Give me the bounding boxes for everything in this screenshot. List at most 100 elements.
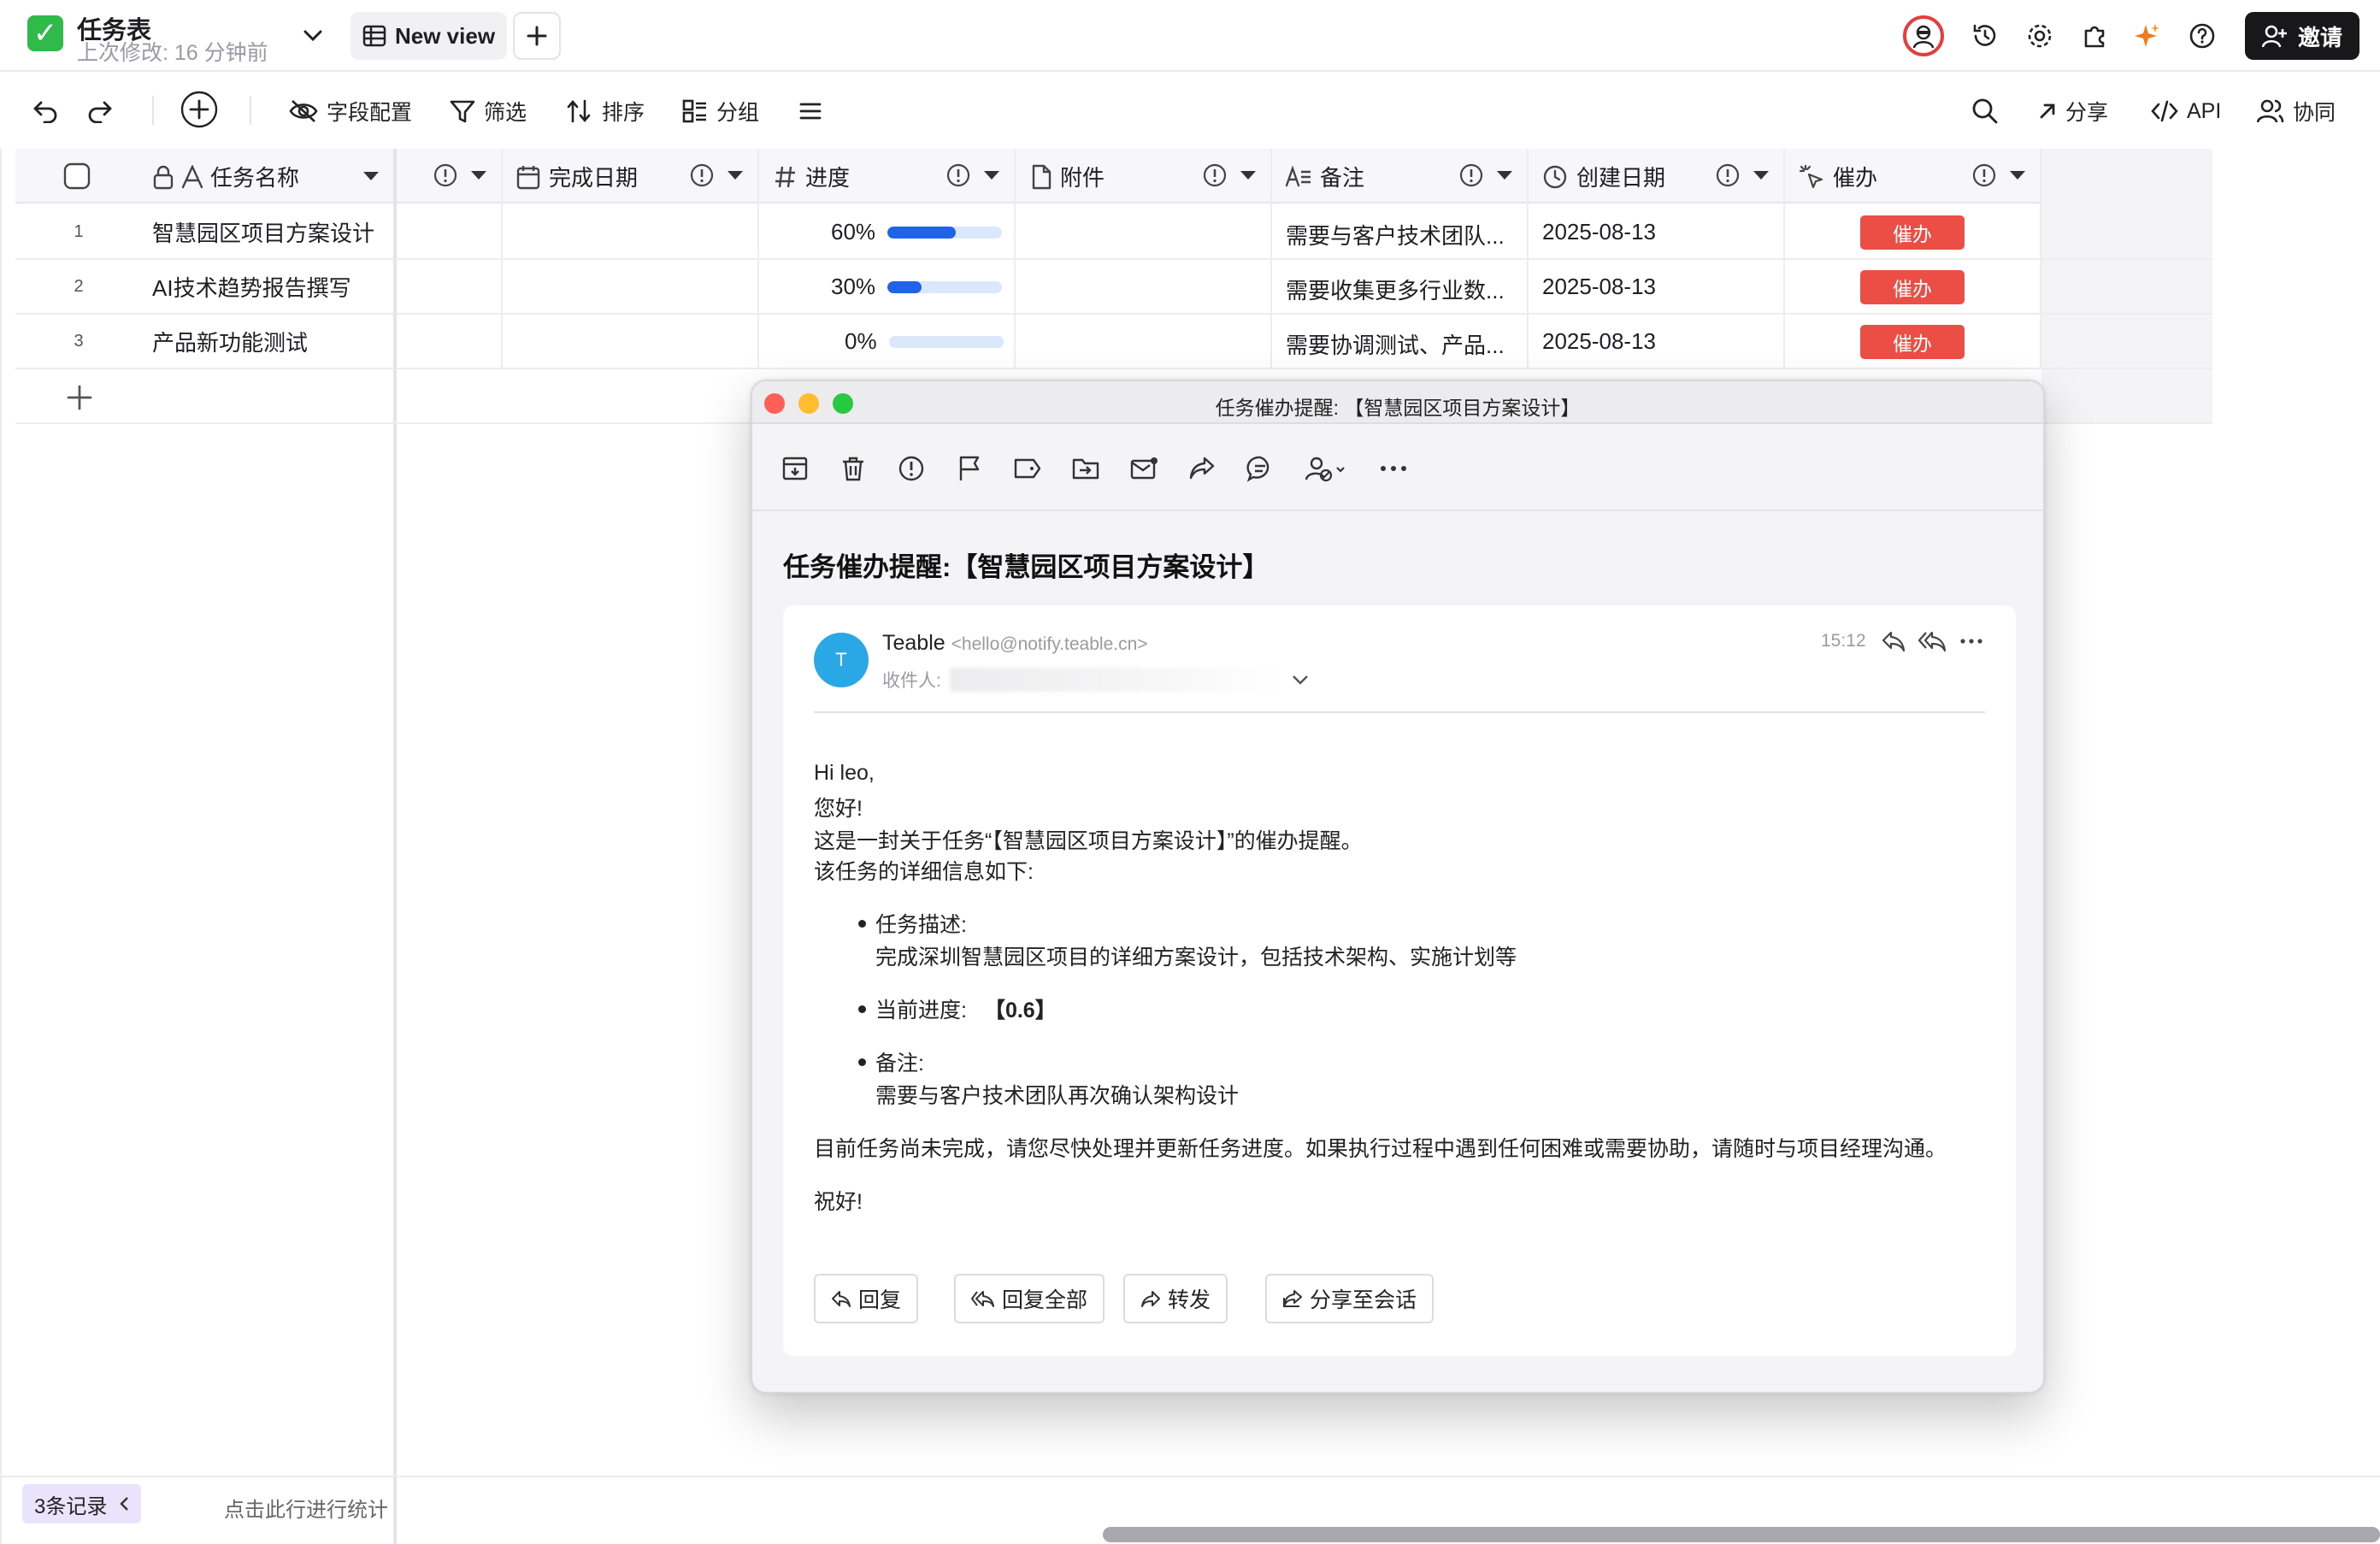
reply-all-icon[interactable] <box>1918 629 1947 653</box>
greeting-text: Hi leo, <box>814 761 875 785</box>
column-header-due-date[interactable]: 完成日期 <box>516 161 638 192</box>
invite-button[interactable]: 邀请 <box>2245 12 2360 60</box>
plus-icon <box>527 26 547 46</box>
redo-icon[interactable] <box>87 91 113 132</box>
row-number: 2 <box>74 276 84 296</box>
mail-window-title: 任务催办提醒: 【智慧园区项目方案设计】 <box>1215 397 1581 419</box>
column-header-actions[interactable] <box>1202 162 1257 188</box>
task-name-cell[interactable]: 智慧园区项目方案设计 <box>152 216 374 248</box>
forward-share-icon[interactable] <box>1185 451 1219 486</box>
last-modified: 上次修改: 16 分钟前 <box>77 41 268 65</box>
column-header-attachment[interactable]: 附件 <box>1031 161 1105 192</box>
filter-label: 筛选 <box>484 101 527 125</box>
column-header-info[interactable] <box>433 162 487 188</box>
statistics-hint[interactable]: 点击此行进行统计 <box>224 1493 388 1523</box>
user-avatar[interactable] <box>1903 15 1944 56</box>
spam-warning-icon[interactable] <box>894 451 928 486</box>
progress-bar <box>887 226 1003 239</box>
move-folder-icon[interactable] <box>1069 451 1103 486</box>
text-field-icon <box>181 164 203 188</box>
add-record-button[interactable] <box>180 89 219 130</box>
filter-button[interactable]: 筛选 <box>450 91 527 132</box>
more-menu-icon[interactable] <box>798 91 822 132</box>
column-header-urge[interactable]: 催办 <box>1799 161 1877 192</box>
archive-icon[interactable] <box>778 451 812 486</box>
file-icon <box>1032 164 1052 189</box>
created-date-cell[interactable]: 2025-08-13 <box>1542 274 1656 300</box>
urge-button[interactable]: 催办 <box>1860 270 1965 304</box>
sender[interactable]: Teable <hello@notify.teable.cn> <box>882 631 1148 656</box>
created-date-cell[interactable]: 2025-08-13 <box>1542 328 1656 355</box>
field-config-button[interactable]: 字段配置 <box>289 91 412 132</box>
hash-icon <box>775 166 795 187</box>
reply-button[interactable]: 回复 <box>814 1274 919 1323</box>
search-icon[interactable] <box>1971 91 1999 132</box>
more-options-icon[interactable] <box>1376 451 1411 486</box>
task-name-cell[interactable]: 产品新功能测试 <box>152 326 308 357</box>
view-tab[interactable]: New view <box>351 12 508 60</box>
reply-icon[interactable] <box>1881 629 1906 653</box>
column-header-progress[interactable]: 进度 <box>775 161 850 192</box>
api-button[interactable]: API <box>2151 91 2221 132</box>
horizontal-scrollbar[interactable] <box>1103 1527 2380 1542</box>
row-frozen-cell[interactable]: 1 智慧园区项目方案设计 <box>15 205 395 260</box>
top-bar: ✓ 任务表 上次修改: 16 分钟前 New view 邀请 <box>0 0 2380 72</box>
row-frozen-cell[interactable]: 3 产品新功能测试 <box>15 315 395 369</box>
contact-block-icon[interactable] <box>1303 451 1351 486</box>
forward-button[interactable]: 转发 <box>1123 1274 1228 1323</box>
recipients[interactable]: 收件人: <box>882 667 1309 692</box>
reply-all-button[interactable]: 回复全部 <box>954 1274 1105 1323</box>
column-header-task-name[interactable]: 任务名称 <box>152 161 299 192</box>
share-label: 分享 <box>2065 101 2109 125</box>
sender-name: Teable <box>882 631 946 655</box>
chat-bubble-icon[interactable] <box>1243 451 1277 486</box>
share-to-chat-button[interactable]: 分享至会话 <box>1265 1274 1434 1323</box>
progress-cell[interactable]: 60% <box>831 219 1003 245</box>
chevron-down-icon[interactable] <box>296 19 330 53</box>
add-row-button[interactable] <box>67 385 92 410</box>
progress-cell[interactable]: 0% <box>845 328 1004 355</box>
tag-icon[interactable] <box>1010 451 1045 486</box>
collaborate-button[interactable]: 协同 <box>2257 91 2336 132</box>
column-header-actions[interactable] <box>1971 162 2026 188</box>
task-name-cell[interactable]: AI技术趋势报告撰写 <box>152 271 351 303</box>
urge-button[interactable]: 催办 <box>1860 215 1965 250</box>
select-all-checkbox[interactable] <box>63 162 91 190</box>
plugin-puzzle-icon[interactable] <box>2076 17 2113 55</box>
note-cell[interactable]: 需要协调测试、产品... <box>1286 328 1505 360</box>
history-icon[interactable] <box>1966 17 2004 55</box>
sort-button[interactable]: 排序 <box>566 91 645 132</box>
mail-titlebar: 任务催办提醒: 【智慧园区项目方案设计】 <box>752 381 2043 424</box>
group-button[interactable]: 分组 <box>682 91 759 132</box>
flag-icon[interactable] <box>952 451 987 486</box>
record-count-badge[interactable]: 3条记录 <box>22 1484 142 1523</box>
undo-icon[interactable] <box>32 91 58 132</box>
column-menu-caret-icon <box>1240 171 1256 180</box>
ai-sparkle-icon[interactable] <box>2129 17 2166 55</box>
column-header-notes[interactable]: 备注 <box>1286 161 1364 192</box>
share-button[interactable]: 分享 <box>2038 91 2108 132</box>
row-frozen-cell[interactable]: 2 AI技术趋势报告撰写 <box>15 260 395 315</box>
trash-icon[interactable] <box>836 451 870 486</box>
note-cell[interactable]: 需要收集更多行业数... <box>1286 274 1505 305</box>
column-menu-caret-icon[interactable] <box>362 171 380 181</box>
help-icon[interactable] <box>2183 17 2221 55</box>
filter-icon <box>450 100 475 123</box>
note-cell[interactable]: 需要与客户技术团队... <box>1286 219 1505 250</box>
column-header-actions[interactable] <box>946 162 1000 188</box>
reply-label: 回复 <box>858 1288 902 1312</box>
sender-avatar[interactable]: T <box>814 633 869 687</box>
progress-cell[interactable]: 30% <box>831 274 1003 300</box>
mark-unread-icon[interactable] <box>1127 451 1161 486</box>
message-more-icon[interactable] <box>1959 638 1983 645</box>
add-view-button[interactable] <box>513 12 561 60</box>
column-header-created[interactable]: 创建日期 <box>1542 161 1665 192</box>
column-header-actions[interactable] <box>1458 162 1513 188</box>
settings-gear-icon[interactable] <box>2021 17 2059 55</box>
column-header-actions[interactable] <box>1715 162 1770 188</box>
urge-button[interactable]: 催办 <box>1860 325 1965 359</box>
column-header-actions[interactable] <box>689 162 744 188</box>
created-date-cell[interactable]: 2025-08-13 <box>1542 219 1656 245</box>
column-name: 催办 <box>1833 165 1878 191</box>
email-message-card: T Teable <hello@notify.teable.cn> 收件人: 1… <box>783 605 2016 1356</box>
